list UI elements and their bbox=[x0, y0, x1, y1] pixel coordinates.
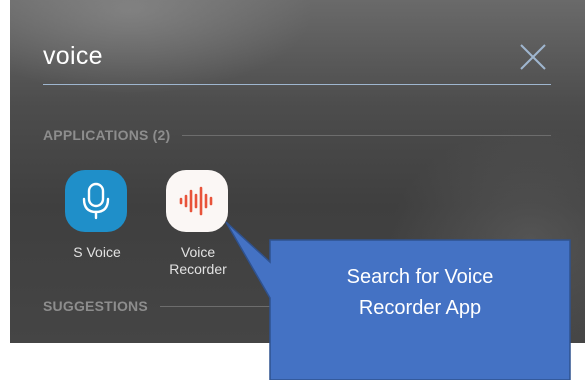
callout-text: Search for Voice Recorder App bbox=[270, 262, 570, 352]
s-voice-label-text: S Voice bbox=[73, 244, 121, 260]
s-voice-app-icon[interactable] bbox=[65, 170, 127, 232]
microphone-icon bbox=[82, 182, 110, 220]
applications-section-header: APPLICATIONS (2) bbox=[43, 126, 551, 144]
close-icon[interactable] bbox=[518, 42, 548, 72]
voice-recorder-app-icon[interactable] bbox=[166, 170, 228, 232]
section-divider bbox=[182, 134, 551, 136]
callout-line1: Search for Voice bbox=[346, 266, 494, 288]
suggestions-section-title: SUGGESTIONS bbox=[43, 298, 148, 314]
search-underline bbox=[43, 84, 551, 85]
callout-line2: Recorder App bbox=[358, 297, 482, 319]
voice-recorder-label-line2: Recorder bbox=[169, 261, 227, 277]
applications-section-title: APPLICATIONS (2) bbox=[43, 127, 171, 143]
s-voice-app-label: S Voice bbox=[55, 244, 139, 261]
waveform-icon bbox=[179, 186, 213, 216]
voice-recorder-app-label: Voice Recorder bbox=[156, 244, 240, 278]
search-input[interactable]: voice bbox=[43, 42, 103, 71]
voice-recorder-label-line1: Voice bbox=[180, 244, 216, 260]
